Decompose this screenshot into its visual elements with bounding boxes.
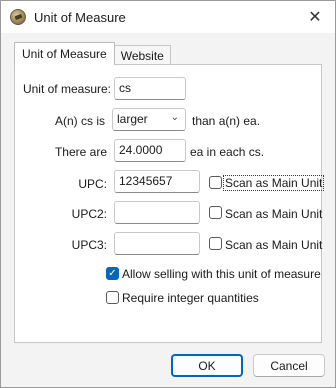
scan-main-upc-label[interactable]: Scan as Main Unit (222, 175, 325, 191)
ok-button[interactable]: OK (171, 354, 243, 377)
quantity-suffix: ea in each cs. (190, 145, 265, 159)
cancel-button[interactable]: Cancel (253, 354, 325, 377)
tag-icon (10, 9, 26, 25)
upc-input[interactable]: 12345657 (114, 170, 200, 193)
chevron-down-icon: ⌄ (170, 112, 179, 123)
relation-select[interactable]: larger ⌄ (112, 108, 186, 131)
relation-select-value: larger (117, 112, 148, 126)
title-bar: Unit of Measure ✕ (1, 1, 335, 33)
relation-prefix: A(n) cs is (54, 114, 105, 128)
scan-main-upc2-checkbox[interactable] (209, 206, 222, 219)
require-integer-checkbox[interactable] (106, 291, 119, 304)
upc3-label: UPC3: (71, 238, 107, 252)
uom-label: Unit of measure: (22, 82, 111, 96)
upc2-label: UPC2: (71, 207, 107, 221)
require-integer-label[interactable]: Require integer quantities (122, 291, 259, 305)
uom-input[interactable]: cs (114, 77, 186, 100)
upc2-input[interactable] (114, 201, 200, 224)
upc3-input[interactable] (114, 232, 200, 255)
relation-suffix: than a(n) ea. (192, 114, 261, 128)
tab-website[interactable]: Website (113, 45, 171, 65)
upc-label: UPC: (78, 177, 107, 191)
scan-main-upc2-label[interactable]: Scan as Main Unit (225, 207, 322, 221)
scan-main-upc3-checkbox[interactable] (209, 237, 222, 250)
scan-main-upc-checkbox[interactable] (209, 176, 222, 189)
tab-strip: Unit of Measure Website (14, 42, 171, 65)
checkmark-icon: ✓ (108, 268, 117, 279)
quantity-input[interactable]: 24.0000 (114, 139, 186, 162)
allow-selling-checkbox[interactable]: ✓ (106, 267, 119, 280)
scan-main-upc3-label[interactable]: Scan as Main Unit (225, 238, 322, 252)
unit-of-measure-panel: Unit of measure: cs A(n) cs is larger ⌄ … (14, 64, 325, 343)
there-are-label: There are (54, 145, 107, 159)
unit-of-measure-dialog: Unit of Measure ✕ Unit of Measure Websit… (0, 0, 336, 388)
allow-selling-label[interactable]: Allow selling with this unit of measure (122, 267, 321, 281)
tab-unit-of-measure[interactable]: Unit of Measure (14, 42, 115, 65)
close-button[interactable]: ✕ (295, 1, 335, 33)
window-title: Unit of Measure (34, 10, 126, 25)
